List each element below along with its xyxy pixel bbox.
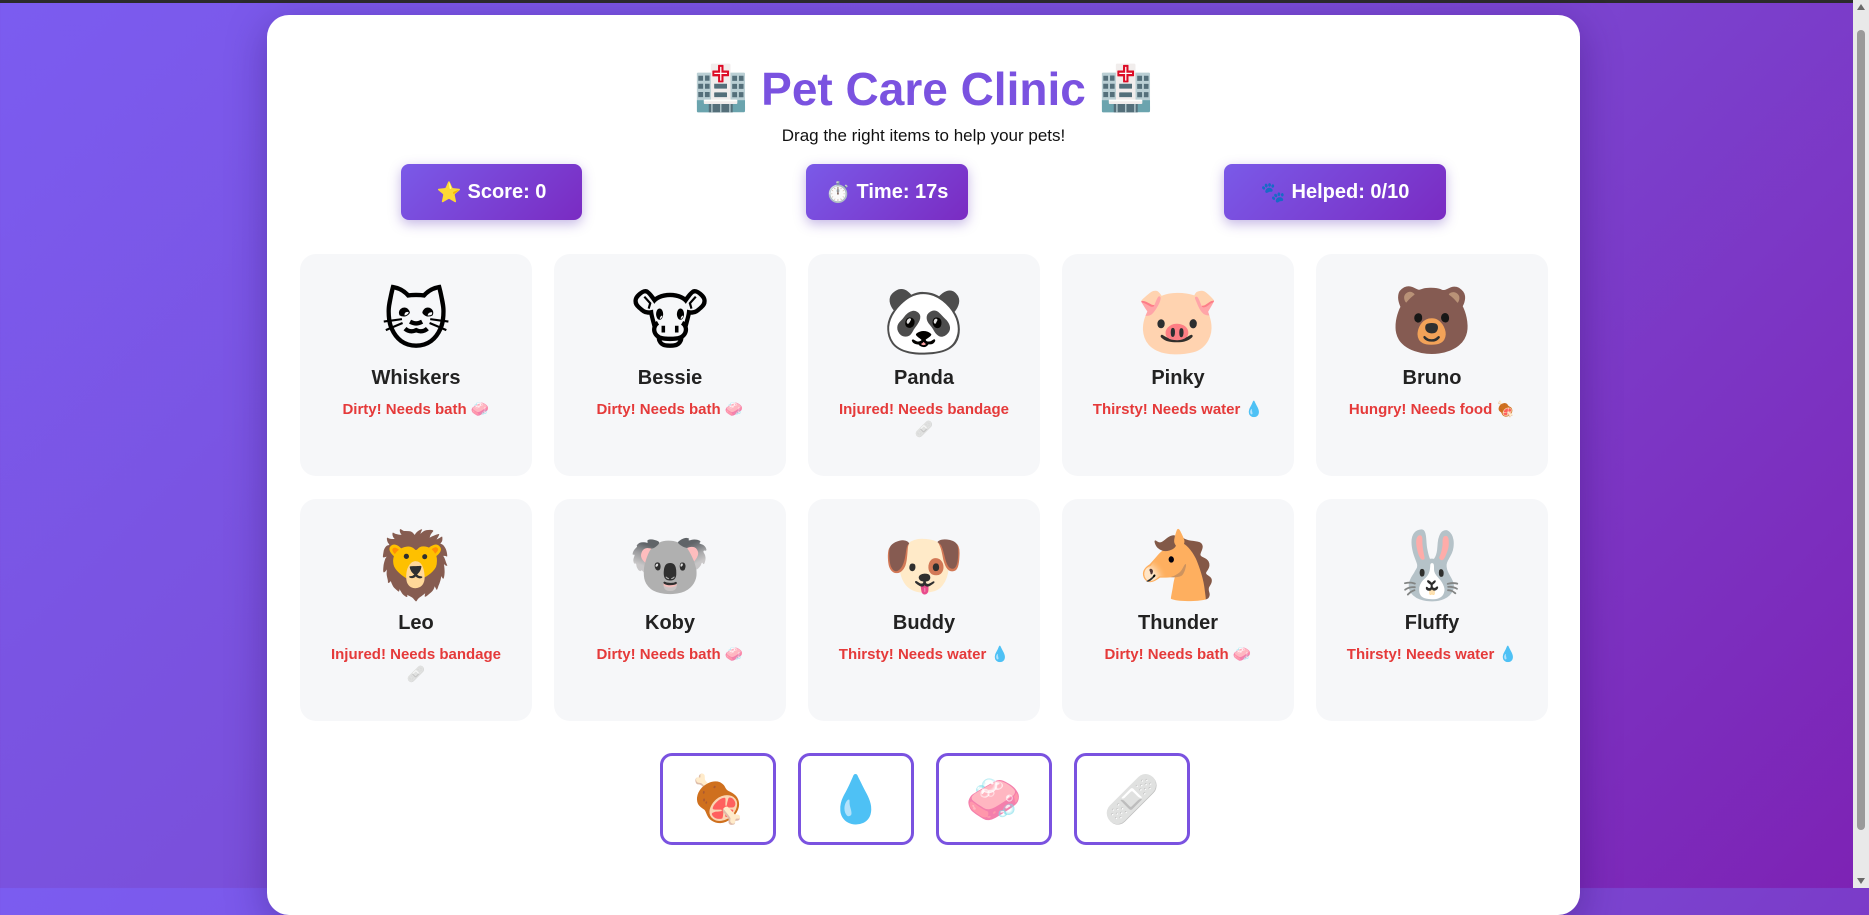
pet-card-whiskers[interactable]: 🐱 Whiskers Dirty! Needs bath 🧼 <box>300 254 532 476</box>
score-text: Score: 0 <box>467 180 547 203</box>
dog-icon: 🐶 <box>882 528 966 602</box>
pet-card-thunder[interactable]: 🐴 Thunder Dirty! Needs bath 🧼 <box>1062 499 1294 721</box>
hospital-icon-right: 🏥 <box>1098 64 1154 113</box>
water-item[interactable]: 💧 <box>798 753 914 845</box>
horse-icon: 🐴 <box>1136 528 1220 602</box>
koala-icon: 🐨 <box>628 528 712 602</box>
timer-badge: ⏱️ Time: 17s <box>806 164 968 220</box>
soap-icon: 🧼 <box>965 772 1023 825</box>
pet-card-bruno[interactable]: 🐻 Bruno Hungry! Needs food 🍖 <box>1316 254 1548 476</box>
care-items-tray: 🍖 💧 🧼 🩹 <box>660 753 1190 845</box>
instructions-text: Drag the right items to help your pets! <box>781 126 1066 145</box>
pet-name: Koby <box>645 612 695 634</box>
cow-icon: 🐮 <box>630 283 710 357</box>
cat-icon: 🐱 <box>381 283 451 357</box>
star-icon: ⭐ <box>436 181 462 204</box>
scrollbar-thumb[interactable] <box>1857 30 1865 830</box>
pet-card-fluffy[interactable]: 🐰 Fluffy Thirsty! Needs water 💧 <box>1316 499 1548 721</box>
pet-card-panda[interactable]: 🐼 Panda Injured! Needs bandage 🩹 <box>808 254 1040 476</box>
pet-name: Leo <box>398 612 434 634</box>
pet-need: Injured! Needs bandage 🩹 <box>838 401 1010 438</box>
soap-item[interactable]: 🧼 <box>936 753 1052 845</box>
pet-name: Bruno <box>1402 367 1462 389</box>
bandage-icon: 🩹 <box>1103 772 1161 825</box>
water-drop-icon: 💧 <box>827 772 885 825</box>
bear-icon: 🐻 <box>1390 283 1474 357</box>
meat-icon: 🍖 <box>689 772 747 825</box>
pet-card-bessie[interactable]: 🐮 Bessie Dirty! Needs bath 🧼 <box>554 254 786 476</box>
game-container: 🏥 Pet Care Clinic 🏥 Drag the right items… <box>267 15 1580 915</box>
scroll-up-arrow-icon[interactable] <box>1857 4 1865 10</box>
pig-icon: 🐷 <box>1136 283 1220 357</box>
pet-grid: 🐱 Whiskers Dirty! Needs bath 🧼 🐮 Bessie … <box>300 254 1548 721</box>
food-item[interactable]: 🍖 <box>660 753 776 845</box>
page-title: 🏥 Pet Care Clinic 🏥 <box>267 61 1580 117</box>
hospital-icon-left: 🏥 <box>693 64 749 113</box>
timer-text: Time: 17s <box>856 180 949 203</box>
pet-need: Dirty! Needs bath 🧼 <box>596 401 744 418</box>
pet-need: Hungry! Needs food 🍖 <box>1348 401 1516 418</box>
pet-need: Injured! Needs bandage 🩹 <box>330 646 502 683</box>
pet-name: Fluffy <box>1404 612 1460 634</box>
pet-name: Panda <box>893 367 955 389</box>
pet-need: Thirsty! Needs water 💧 <box>1346 646 1518 663</box>
rabbit-icon: 🐰 <box>1390 528 1474 602</box>
pet-need: Dirty! Needs bath 🧼 <box>1104 646 1252 663</box>
pet-name: Whiskers <box>371 367 461 389</box>
pet-need: Thirsty! Needs water 💧 <box>838 646 1010 663</box>
window-top-border <box>0 0 1869 3</box>
pet-name: Pinky <box>1151 367 1205 389</box>
pet-card-buddy[interactable]: 🐶 Buddy Thirsty! Needs water 💧 <box>808 499 1040 721</box>
bandage-item[interactable]: 🩹 <box>1074 753 1190 845</box>
title-text: Pet Care Clinic <box>761 63 1086 115</box>
pet-name: Bessie <box>637 367 703 389</box>
panda-icon: 🐼 <box>882 283 966 357</box>
pet-name: Buddy <box>892 612 956 634</box>
scrollbar[interactable] <box>1853 0 1869 888</box>
score-badge: ⭐ Score: 0 <box>401 164 582 220</box>
paw-prints-icon: 🐾 <box>1260 181 1286 204</box>
pet-need: Dirty! Needs bath 🧼 <box>342 401 490 418</box>
helped-text: Helped: 0/10 <box>1291 180 1410 203</box>
pet-card-pinky[interactable]: 🐷 Pinky Thirsty! Needs water 💧 <box>1062 254 1294 476</box>
pet-need: Thirsty! Needs water 💧 <box>1092 401 1264 418</box>
stopwatch-icon: ⏱️ <box>825 181 851 204</box>
pet-card-leo[interactable]: 🦁 Leo Injured! Needs bandage 🩹 <box>300 499 532 721</box>
pet-need: Dirty! Needs bath 🧼 <box>596 646 744 663</box>
pet-name: Thunder <box>1138 612 1218 634</box>
lion-icon: 🦁 <box>374 528 458 602</box>
pet-card-koby[interactable]: 🐨 Koby Dirty! Needs bath 🧼 <box>554 499 786 721</box>
scroll-down-arrow-icon[interactable] <box>1857 878 1865 884</box>
helped-badge: 🐾 Helped: 0/10 <box>1224 164 1446 220</box>
